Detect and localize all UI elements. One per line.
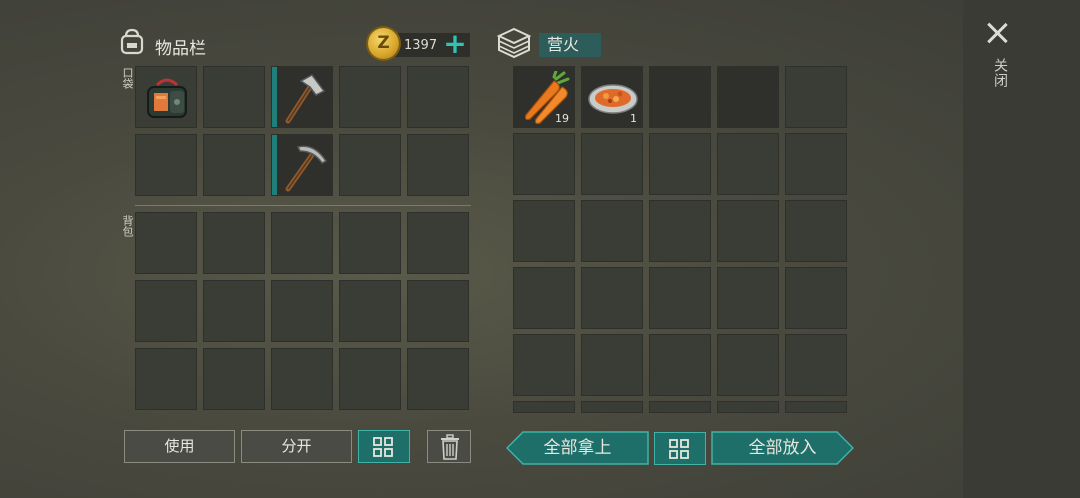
container-slot[interactable] <box>513 401 575 413</box>
inventory-title: 物品栏 <box>155 39 206 59</box>
container-slot[interactable] <box>717 267 779 329</box>
trash-button[interactable] <box>427 430 471 463</box>
container-slot[interactable] <box>581 200 643 262</box>
backpack-slot[interactable] <box>339 348 401 410</box>
use-button[interactable]: 使用 <box>124 430 235 463</box>
backpack-slot[interactable] <box>407 280 469 342</box>
pocket-slot-1[interactable] <box>135 66 197 128</box>
backpack-slot[interactable] <box>135 280 197 342</box>
backpack-slot[interactable] <box>271 348 333 410</box>
container-slot[interactable] <box>717 200 779 262</box>
sort-button[interactable] <box>358 430 410 463</box>
sort-icon <box>669 439 689 459</box>
backpack-slot[interactable] <box>203 348 265 410</box>
backpack-icon <box>120 28 144 55</box>
container-slot[interactable] <box>785 200 847 262</box>
backpack-slot[interactable] <box>407 348 469 410</box>
backpack-slot[interactable] <box>203 280 265 342</box>
put-all-button[interactable]: 全部放入 <box>711 431 854 465</box>
backpack-slot[interactable] <box>271 212 333 274</box>
container-slot[interactable] <box>513 133 575 195</box>
section-divider <box>135 205 471 206</box>
sort-icon <box>373 437 393 457</box>
container-slot[interactable] <box>649 200 711 262</box>
item-count: 19 <box>555 112 569 125</box>
container-slot[interactable] <box>717 334 779 396</box>
container-sort-button[interactable] <box>654 432 706 465</box>
container-slot-2[interactable]: 1 <box>581 66 643 128</box>
pockets-label: 口袋 <box>121 67 134 89</box>
container-slot[interactable] <box>513 267 575 329</box>
container-slot[interactable] <box>785 334 847 396</box>
container-slot[interactable] <box>513 200 575 262</box>
container-slot[interactable] <box>581 401 643 413</box>
backpack-slot[interactable] <box>407 212 469 274</box>
container-slot[interactable] <box>785 401 847 413</box>
pocket-slot-9[interactable] <box>339 134 401 196</box>
split-button[interactable]: 分开 <box>241 430 352 463</box>
close-label[interactable]: 关闭 <box>988 58 1008 88</box>
backpack-slot[interactable] <box>271 280 333 342</box>
side-strip <box>963 0 1080 498</box>
coin-glyph: Z <box>377 33 390 53</box>
storage-icon <box>496 27 532 59</box>
backpack-slot[interactable] <box>339 212 401 274</box>
pocket-slot-3[interactable] <box>271 66 333 128</box>
container-slot[interactable] <box>581 133 643 195</box>
tool-bag-icon <box>147 78 187 118</box>
hatchet-icon <box>285 74 326 124</box>
container-slot[interactable] <box>649 334 711 396</box>
container-slot[interactable] <box>649 267 711 329</box>
container-slot-4[interactable] <box>717 66 779 128</box>
container-name: 营火 <box>539 33 601 57</box>
pocket-slot-7[interactable] <box>203 134 265 196</box>
trash-icon <box>441 434 459 460</box>
take-all-label: 全部拿上 <box>543 438 612 458</box>
container-slot[interactable] <box>717 401 779 413</box>
pocket-slot-10[interactable] <box>407 134 469 196</box>
container-slot[interactable] <box>513 334 575 396</box>
pocket-slot-2[interactable] <box>203 66 265 128</box>
backpack-slot[interactable] <box>339 280 401 342</box>
backpack-slot[interactable] <box>135 348 197 410</box>
item-count: 1 <box>630 112 637 125</box>
close-icon[interactable] <box>985 20 1009 46</box>
backpack-slot[interactable] <box>135 212 197 274</box>
pocket-slot-5[interactable] <box>407 66 469 128</box>
container-slot-3[interactable] <box>649 66 711 128</box>
put-all-label: 全部放入 <box>748 438 817 458</box>
coin-amount: 1397 <box>404 38 438 53</box>
pocket-slot-6[interactable] <box>135 134 197 196</box>
plus-icon[interactable]: + <box>443 30 467 58</box>
container-slot[interactable] <box>581 267 643 329</box>
container-slot[interactable] <box>649 133 711 195</box>
coin-icon: Z <box>368 28 399 59</box>
container-slot[interactable] <box>785 267 847 329</box>
backpack-label: 背包 <box>121 215 134 237</box>
container-slot-1[interactable]: 19 <box>513 66 575 128</box>
container-slot-5[interactable] <box>785 66 847 128</box>
container-slot[interactable] <box>649 401 711 413</box>
pickaxe-icon <box>285 145 328 192</box>
container-slot[interactable] <box>581 334 643 396</box>
container-slot[interactable] <box>717 133 779 195</box>
container-slot[interactable] <box>785 133 847 195</box>
pocket-slot-8[interactable] <box>271 134 333 196</box>
backpack-slot[interactable] <box>203 212 265 274</box>
take-all-button[interactable]: 全部拿上 <box>506 431 649 465</box>
pocket-slot-4[interactable] <box>339 66 401 128</box>
